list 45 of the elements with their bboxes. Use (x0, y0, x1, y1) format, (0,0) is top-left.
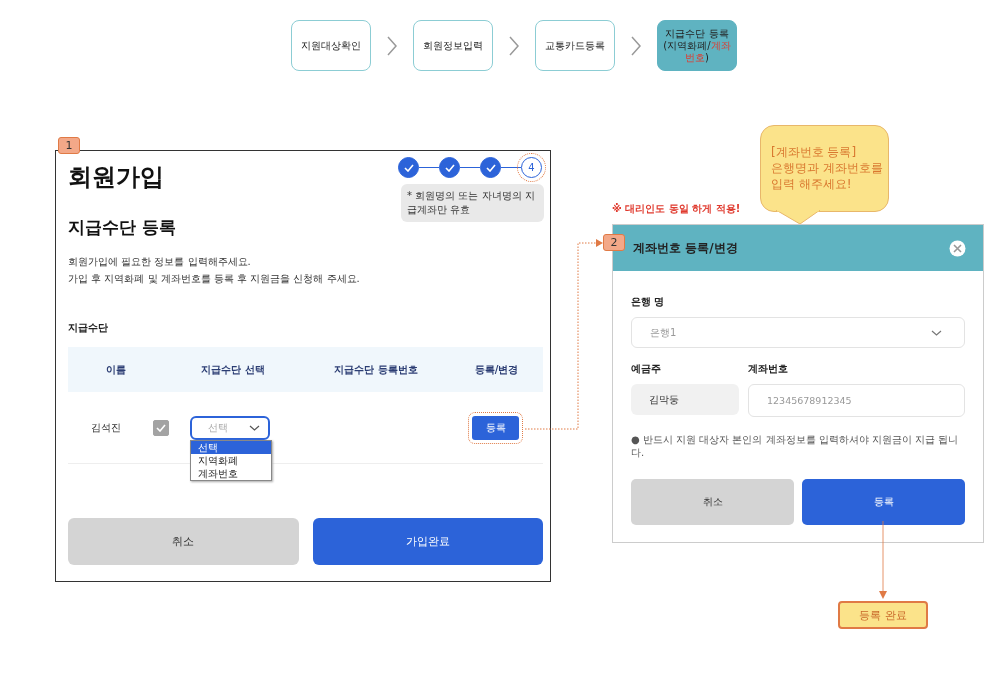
account-field[interactable]: 12345678912345 (748, 384, 965, 417)
bank-label: 은행 명 (631, 295, 666, 309)
cancel-button[interactable]: 취소 (68, 518, 299, 565)
callout-text: [계좌번호 등록] (771, 144, 858, 160)
section-title: 지급수단 등록 (68, 216, 177, 239)
dropdown-option[interactable]: 계좌번호 (191, 467, 271, 480)
result-label: 등록 완료 (838, 601, 928, 629)
column-header: 지급수단 등록번호 (333, 362, 419, 377)
warning-note: ※ 대리인도 동일 하게 적용! (612, 202, 741, 216)
note-text: * 회원명의 또는 자녀명의 지급계좌만 유효 (401, 184, 544, 222)
submit-button[interactable]: 가입완료 (312, 518, 543, 565)
flow-step: 회원정보입력 (413, 20, 493, 71)
dialog-title: 계좌번호 등록/변경 (633, 239, 738, 257)
step-badge: 2 (603, 234, 625, 251)
holder-label: 예금주 (631, 362, 662, 376)
description-text: 회원가입에 필요한 정보를 입력해주세요. (68, 255, 252, 269)
notice-text: ● 반드시 지원 대상자 본인의 계좌정보를 입력하셔야 지원금이 지급 됩니다. (631, 433, 960, 459)
check-icon (403, 163, 414, 172)
callout-text: 입력 해주세요! (771, 176, 853, 192)
register-button[interactable]: 등록 (802, 479, 965, 525)
close-icon[interactable] (949, 239, 966, 257)
section-label: 지급수단 (68, 321, 109, 335)
column-header: 등록/변경 (473, 362, 520, 377)
check-icon (485, 163, 496, 172)
check-icon (156, 423, 166, 432)
callout-text: 은행명과 계좌번호를 (771, 160, 880, 176)
column-header: 이름 (105, 362, 127, 377)
check-icon (444, 163, 455, 172)
bank-select[interactable]: 은행1 (631, 317, 965, 348)
page-title: 회원가입 (68, 162, 164, 193)
description-text: 가입 후 지역화폐 및 계좌번호를 등록 후 지원금을 신청해 주세요. (68, 272, 361, 286)
dropdown-option[interactable]: 선택 (191, 441, 271, 454)
flow-step: 지급수단 등록 (지역화폐/계좌 번호) (657, 20, 737, 71)
caret-icon (931, 329, 942, 336)
dropdown-option[interactable]: 지역화폐 (191, 454, 271, 467)
caret-icon (249, 424, 260, 431)
column-header: 지급수단 선택 (200, 362, 266, 377)
holder-field: 김막둥 (631, 384, 739, 415)
step-badge: 1 (58, 137, 80, 154)
name-cell-text: 김석진 (91, 420, 122, 435)
flow-step: 지원대상확인 (291, 20, 371, 71)
checkbox[interactable] (153, 419, 169, 436)
account-label: 계좌번호 (748, 362, 789, 376)
flow-step: 교통카드등록 (535, 20, 615, 71)
cancel-button[interactable]: 취소 (631, 479, 794, 525)
